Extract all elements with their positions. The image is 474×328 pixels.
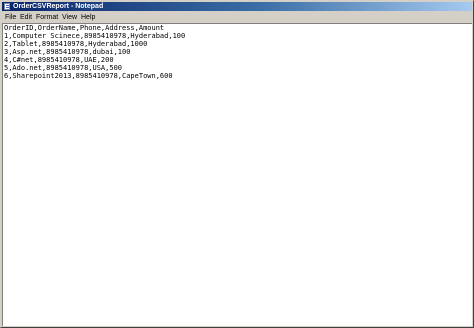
menu-edit[interactable]: Edit [20, 12, 32, 23]
menu-file[interactable]: File [5, 12, 16, 23]
notepad-window: OrderCSVReport - Notepad File Edit Forma… [0, 0, 474, 328]
title-bar[interactable]: OrderCSVReport - Notepad [2, 2, 472, 11]
editor-line: 3,Asp.net,8985410978,dubai,100 [4, 48, 131, 56]
text-editor[interactable]: OrderID,OrderName,Phone,Address,Amount 1… [2, 23, 472, 326]
notepad-icon[interactable] [4, 3, 10, 10]
editor-line: 4,C#net,8985410978,UAE,200 [4, 56, 114, 64]
menu-bar: File Edit Format View Help [2, 12, 472, 23]
menu-help[interactable]: Help [81, 12, 95, 23]
editor-line: 6,Sharepoint2013,8985410978,CapeTown,600 [4, 72, 173, 80]
editor-line: 5,Ado.net,8985410978,USA,500 [4, 64, 123, 72]
editor-line: 1,Computer Scinece,8985410978,Hyderabad,… [4, 32, 186, 40]
editor-line: OrderID,OrderName,Phone,Address,Amount [4, 24, 165, 32]
menu-view[interactable]: View [62, 12, 77, 23]
editor-line: 2,Tablet,8985410978,Hyderabad,1000 [4, 40, 148, 48]
menu-format[interactable]: Format [36, 12, 58, 23]
window-title: OrderCSVReport - Notepad [13, 3, 104, 10]
